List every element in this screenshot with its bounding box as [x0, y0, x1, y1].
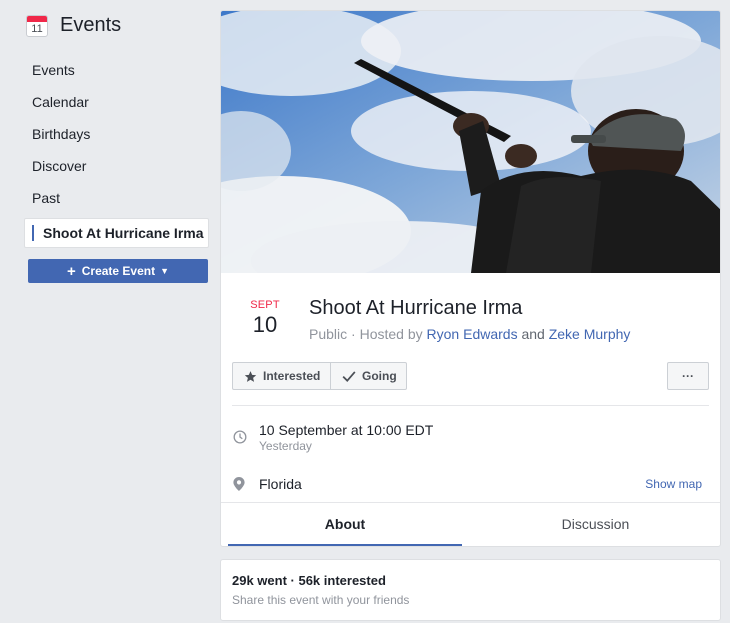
- event-month: SEPT: [250, 299, 280, 311]
- more-icon: ···: [682, 369, 694, 383]
- event-day: 10: [252, 312, 278, 337]
- sidebar-item-discover[interactable]: Discover: [24, 150, 209, 182]
- clock-icon: [233, 430, 247, 444]
- sidebar-item-calendar[interactable]: Calendar: [24, 86, 209, 118]
- divider: [232, 405, 709, 406]
- host-and: and: [521, 326, 545, 342]
- event-time-relative: Yesterday: [259, 439, 312, 453]
- calendar-icon-day: 11: [31, 22, 43, 35]
- show-map-link[interactable]: Show map: [645, 477, 702, 491]
- event-card: SEPT 10 Shoot At Hurricane Irma Public ·…: [220, 10, 721, 547]
- hosted-by-label: Hosted by: [359, 326, 423, 342]
- share-prompt: Share this event with your friends: [232, 593, 410, 607]
- sidebar-header: 11 Events: [26, 14, 121, 37]
- sidebar-item-past[interactable]: Past: [24, 182, 209, 214]
- caret-down-icon: ▼: [160, 266, 170, 276]
- event-date-badge: SEPT 10: [245, 299, 285, 338]
- star-icon: [244, 370, 257, 382]
- host-link-2[interactable]: Zeke Murphy: [549, 326, 631, 342]
- location-pin-icon: [233, 477, 245, 491]
- interested-label: Interested: [263, 369, 321, 383]
- create-event-label: Create Event: [81, 264, 156, 278]
- event-title: Shoot At Hurricane Irma: [309, 297, 523, 319]
- more-options-button[interactable]: ···: [667, 362, 709, 390]
- sidebar-nav: Events Calendar Birthdays Discover Past …: [24, 54, 209, 248]
- plus-icon: +: [66, 262, 76, 280]
- event-location-row: Florida: [233, 476, 302, 492]
- sidebar-item-birthdays[interactable]: Birthdays: [24, 118, 209, 150]
- meta-separator: ·: [351, 326, 360, 342]
- attendance-summary-card: 29k went · 56k interested Share this eve…: [220, 559, 721, 621]
- event-privacy: Public: [309, 326, 348, 342]
- sidebar-item-events[interactable]: Events: [24, 54, 209, 86]
- event-time-row: 10 September at 10:00 EDT Yesterday: [233, 421, 433, 453]
- host-link-1[interactable]: Ryon Edwards: [427, 326, 518, 342]
- tab-about[interactable]: About: [228, 503, 462, 546]
- going-button[interactable]: Going: [330, 362, 407, 390]
- event-time[interactable]: 10 September at 10:00 EDT: [259, 421, 433, 439]
- calendar-icon: 11: [26, 14, 48, 37]
- sidebar-item-current-event[interactable]: Shoot At Hurricane Irma: [24, 218, 209, 248]
- event-cover-photo[interactable]: [221, 11, 720, 273]
- interested-button[interactable]: Interested: [232, 362, 331, 390]
- tab-discussion[interactable]: Discussion: [471, 503, 720, 546]
- sidebar: 11 Events Events Calendar Birthdays Disc…: [0, 0, 215, 623]
- sidebar-title: Events: [60, 14, 122, 36]
- create-event-button[interactable]: + Create Event ▼: [28, 259, 208, 283]
- attendance-stats[interactable]: 29k went · 56k interested: [232, 573, 386, 588]
- check-icon: [342, 371, 356, 382]
- event-location[interactable]: Florida: [259, 476, 302, 492]
- event-meta: Public · Hosted by Ryon Edwards and Zeke…: [309, 326, 630, 342]
- going-label: Going: [362, 369, 397, 383]
